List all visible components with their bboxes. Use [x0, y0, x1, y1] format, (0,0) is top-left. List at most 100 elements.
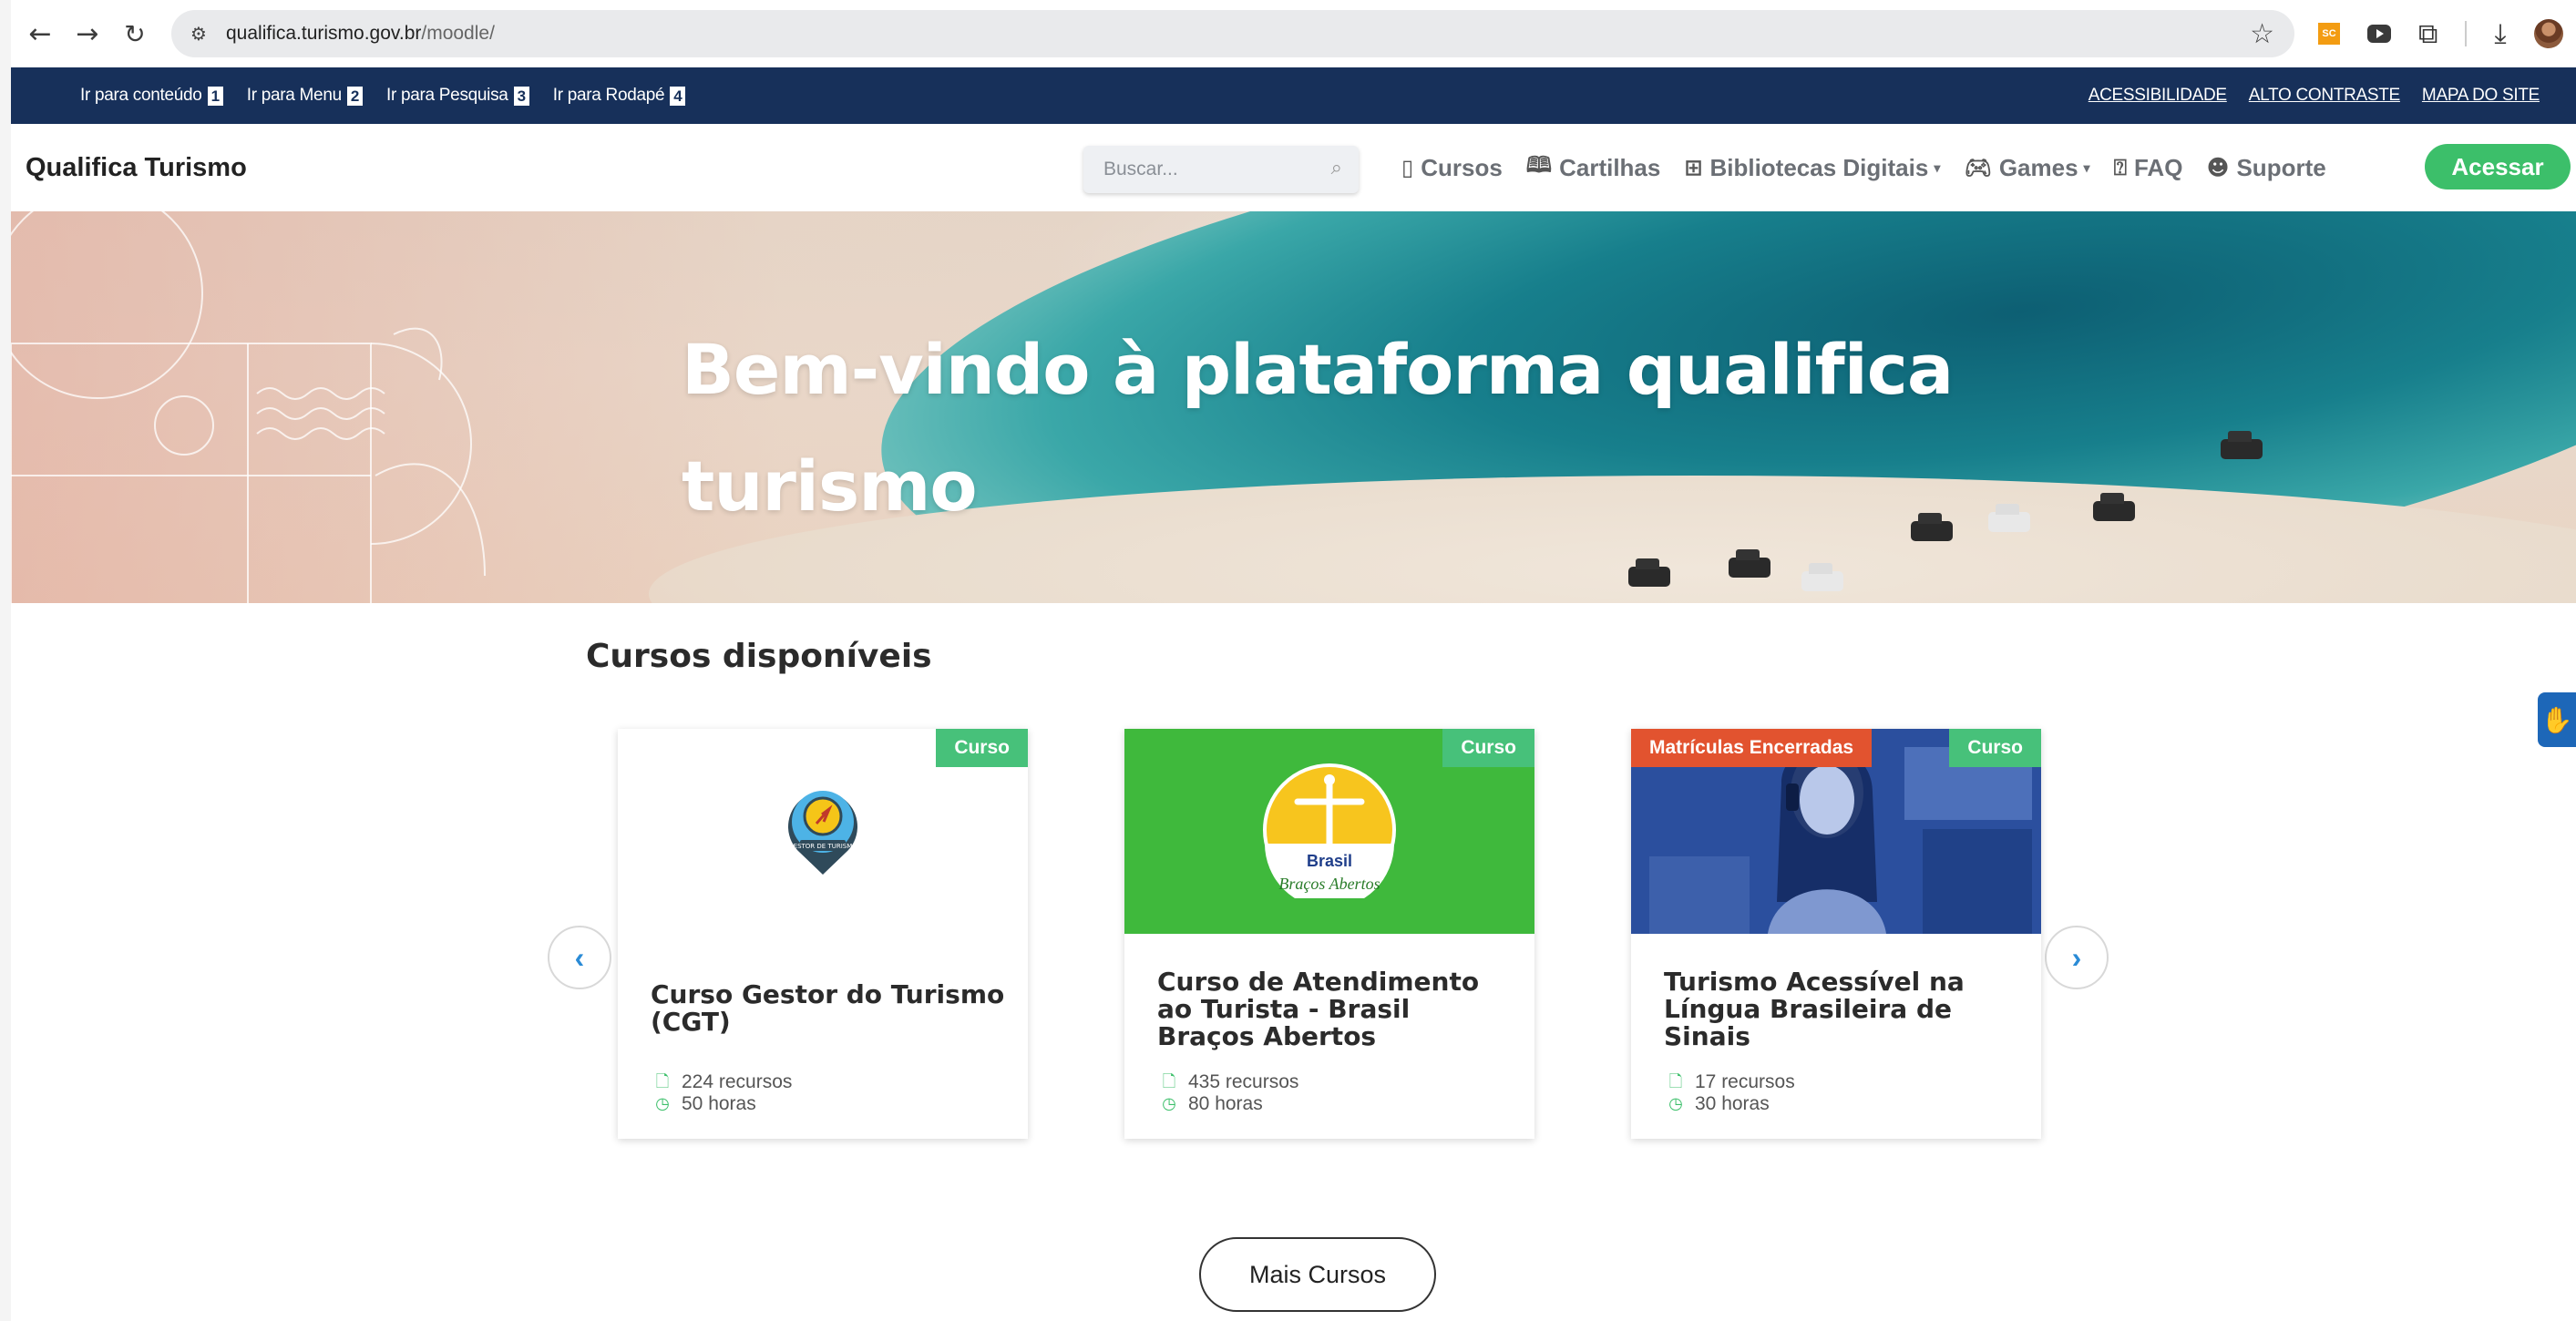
forward-icon[interactable]: →: [67, 14, 108, 54]
course-card[interactable]: Brasil Braços Abertos Curso Curso de Ate…: [1124, 729, 1534, 1139]
skip-link-label: Ir para conteúdo: [80, 86, 202, 105]
address-bar[interactable]: ⚙ qualifica.turismo.gov.br/moodle/ ☆: [171, 10, 2294, 57]
carousel-next-button[interactable]: ›: [2045, 926, 2109, 989]
courses-section-title: Cursos disponíveis: [586, 638, 932, 675]
course-image: Matrículas Encerradas Curso: [1631, 729, 2041, 934]
nav-label: Cartilhas: [1559, 153, 1661, 181]
search-box: ⌕: [1083, 146, 1359, 193]
course-type-badge: Curso: [1949, 729, 2041, 767]
hours-text: 30 horas: [1695, 1093, 1770, 1114]
course-card[interactable]: Matrículas Encerradas Curso Turismo Aces…: [1631, 729, 2041, 1139]
carousel-prev-button[interactable]: ‹: [548, 926, 611, 989]
course-image: GESTOR DE TURISMO Curso: [618, 729, 1028, 934]
accessibility-bar: Ir para conteúdo 1 Ir para Menu 2 Ir para …: [11, 67, 2576, 124]
bookmark-star-icon[interactable]: ☆: [2250, 18, 2274, 50]
chevron-down-icon: ▾: [1934, 159, 1941, 175]
nav-item-faq[interactable]: ⍰ FAQ: [2114, 154, 2183, 182]
skip-link-menu[interactable]: Ir para Menu 2: [246, 86, 364, 106]
nav-label: Games: [1998, 153, 2078, 181]
grid-icon: ⊞: [1684, 155, 1703, 180]
hero-car: [1801, 563, 1843, 591]
nav-label: Bibliotecas Digitais: [1709, 153, 1929, 181]
profile-avatar[interactable]: [2533, 19, 2563, 48]
site-header: Qualifica Turismo ⌕ ▯ Cursos 🕮 Cartilhas…: [11, 124, 2576, 211]
nav-item-games[interactable]: 🎮︎ Games ▾: [1964, 154, 2089, 182]
course-resources: 🗋 435 recursos: [1161, 1071, 1299, 1093]
course-meta: 🗋 17 recursos ◷ 30 horas: [1668, 1071, 1795, 1115]
course-resources: 🗋 224 recursos: [654, 1071, 793, 1093]
accessibility-links: ACESSIBILIDADE ALTO CONTRASTE MAPA DO SI…: [2089, 86, 2540, 106]
search-icon[interactable]: ⌕: [1331, 157, 1342, 179]
course-title[interactable]: Turismo Acessível na Língua Brasileira d…: [1664, 968, 2019, 1050]
support-icon: ☻: [2206, 155, 2230, 180]
hero-title: Bem-vindo à plataforma qualifica turismo: [682, 329, 1954, 527]
question-icon: ⍰: [2113, 155, 2127, 180]
skip-key: 3: [513, 86, 529, 106]
resources-text: 435 recursos: [1188, 1071, 1299, 1092]
enrollment-closed-badge: Matrículas Encerradas: [1631, 729, 1873, 767]
hero-car: [1729, 549, 1770, 578]
nav-label: FAQ: [2133, 153, 2183, 181]
decorative-pattern: [11, 211, 486, 603]
file-icon: 🗋: [1162, 1072, 1176, 1091]
gestor-turismo-logo: GESTOR DE TURISMO: [788, 791, 857, 875]
nav-label: Suporte: [2236, 153, 2326, 181]
nav-item-cursos[interactable]: ▯ Cursos: [1401, 154, 1503, 182]
skip-link-footer[interactable]: Ir para Rodapé 4: [553, 86, 686, 106]
nav-item-bibliotecas[interactable]: ⊞ Bibliotecas Digitais ▾: [1684, 154, 1940, 182]
hours-text: 80 horas: [1188, 1093, 1263, 1114]
accessibility-link[interactable]: ACESSIBILIDADE: [2089, 86, 2227, 106]
clock-icon: ◷: [1162, 1094, 1176, 1113]
more-courses-button[interactable]: Mais Cursos: [1199, 1237, 1436, 1312]
course-resources: 🗋 17 recursos: [1668, 1071, 1795, 1093]
back-icon[interactable]: ←: [20, 14, 60, 54]
login-button[interactable]: Acessar: [2425, 144, 2571, 189]
site-info-icon[interactable]: ⚙: [182, 17, 215, 50]
url-host: qualifica.turismo.gov.br: [226, 23, 422, 44]
file-icon: 🗋: [655, 1072, 670, 1091]
skip-link-label: Ir para Rodapé: [552, 86, 665, 105]
open-book-icon: 🕮: [1525, 151, 1553, 178]
file-icon: 🗋: [1668, 1072, 1683, 1091]
course-meta: 🗋 435 recursos ◷ 80 horas: [1161, 1071, 1298, 1115]
browser-window: ← → ↻ ⚙ qualifica.turismo.gov.br/moodle/…: [11, 0, 2576, 1321]
skip-key: 4: [670, 86, 686, 106]
logo-word: Brasil: [1307, 852, 1352, 870]
book-icon: ▯: [1401, 155, 1414, 180]
course-title[interactable]: Curso Gestor do Turismo (CGT): [651, 981, 1006, 1036]
url-path: /moodle/: [421, 23, 495, 44]
media-extension-icon[interactable]: [2367, 25, 2391, 43]
course-type-badge: Curso: [936, 729, 1028, 767]
puzzle-extension-icon[interactable]: ⧉: [2418, 18, 2437, 50]
search-input[interactable]: [1103, 159, 1304, 180]
nav-item-cartilhas[interactable]: 🕮 Cartilhas: [1526, 149, 1661, 187]
logo-script: Braços Abertos: [1278, 875, 1380, 893]
course-card[interactable]: GESTOR DE TURISMO Curso Curso Gestor do …: [618, 729, 1028, 1139]
nav-item-suporte[interactable]: ☻ Suporte: [2206, 154, 2325, 182]
sitemap-link[interactable]: MAPA DO SITE: [2422, 86, 2540, 106]
course-title[interactable]: Curso de Atendimento ao Turista - Brasil…: [1157, 968, 1513, 1050]
reload-icon[interactable]: ↻: [115, 14, 155, 54]
skip-link-content[interactable]: Ir para conteúdo 1: [80, 86, 223, 106]
clock-icon: ◷: [1668, 1094, 1683, 1113]
sc-extension-icon[interactable]: SC: [2318, 23, 2340, 45]
logo-text: GESTOR DE TURISMO: [788, 843, 857, 850]
resources-text: 17 recursos: [1695, 1071, 1795, 1092]
site-brand[interactable]: Qualifica Turismo: [26, 153, 247, 183]
course-hours: ◷ 50 horas: [654, 1093, 792, 1115]
gamepad-icon: 🎮︎: [1964, 155, 1992, 180]
sign-language-icon[interactable]: ✋: [2538, 692, 2576, 747]
hero-car: [2221, 431, 2263, 459]
url-text[interactable]: qualifica.turismo.gov.br/moodle/: [226, 23, 495, 45]
course-type-badge: Curso: [1442, 729, 1534, 767]
chevron-down-icon: ▾: [2083, 159, 2090, 175]
skip-link-label: Ir para Pesquisa: [386, 86, 508, 105]
course-hours: ◷ 30 horas: [1668, 1093, 1795, 1115]
skip-link-search[interactable]: Ir para Pesquisa 3: [386, 86, 529, 106]
skip-link-label: Ir para Menu: [246, 86, 342, 105]
course-meta: 🗋 224 recursos ◷ 50 horas: [654, 1071, 792, 1115]
brasil-bracos-abertos-logo: Brasil Braços Abertos: [1263, 763, 1396, 898]
download-icon[interactable]: ⤓: [2494, 18, 2506, 50]
extensions-area: SC ⧉ ⤓: [2318, 18, 2563, 50]
high-contrast-link[interactable]: ALTO CONTRASTE: [2249, 86, 2400, 106]
